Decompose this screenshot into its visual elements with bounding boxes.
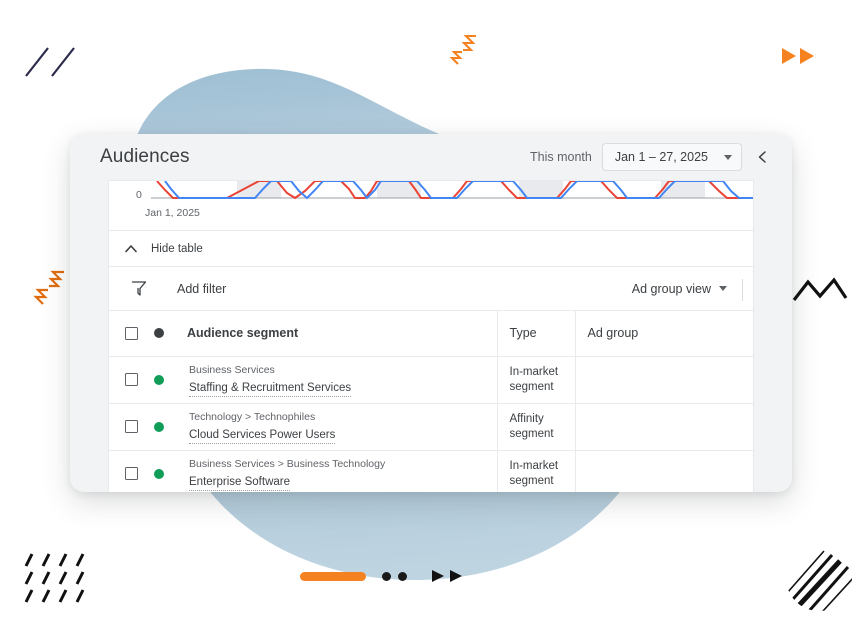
row-select-cell	[109, 450, 187, 492]
view-selector-label: Ad group view	[632, 282, 711, 296]
toolbar-divider	[742, 279, 743, 301]
type-cell: Affinity segment	[497, 403, 575, 450]
status-badge	[154, 375, 164, 385]
hide-table-label: Hide table	[151, 243, 203, 255]
chevron-down-icon	[724, 155, 732, 160]
table-row[interactable]: Business Services Staffing & Recruitment…	[109, 356, 754, 403]
filter-funnel-icon[interactable]	[131, 280, 147, 297]
header-controls: This month Jan 1 – 27, 2025	[530, 143, 774, 171]
performance-chart: 0 Jan 1, 2025	[109, 181, 753, 231]
type-cell: In-market segment	[497, 450, 575, 492]
segment-name-link[interactable]: Staffing & Recruitment Services	[189, 380, 351, 397]
view-selector[interactable]: Ad group view	[632, 282, 727, 296]
column-header-adgroup[interactable]: Ad group	[575, 311, 754, 356]
play-arrow-icon	[431, 568, 446, 584]
carousel-dot[interactable]	[398, 572, 407, 581]
decorative-zigzag-orange-left-icon	[28, 266, 74, 310]
column-header-segment[interactable]: Audience segment	[187, 311, 497, 356]
type-line-1: In-market	[510, 459, 575, 474]
segment-path: Technology > Technophiles	[189, 410, 497, 425]
carousel-dot[interactable]	[382, 572, 391, 581]
screenshot-root: Audiences This month Jan 1 – 27, 2025	[0, 0, 860, 628]
chevron-up-icon	[123, 241, 139, 257]
decorative-play-arrows-orange-icon	[782, 46, 822, 66]
column-header-type[interactable]: Type	[497, 311, 575, 356]
segment-cell: Business Services Staffing & Recruitment…	[187, 356, 497, 403]
type-line-2: segment	[510, 427, 575, 442]
decorative-circle-lines-icon	[784, 543, 854, 613]
adgroup-cell	[575, 450, 754, 492]
date-range-label: This month	[530, 150, 592, 164]
hide-table-toggle[interactable]: Hide table	[109, 231, 753, 267]
select-all-checkbox[interactable]	[125, 327, 138, 340]
segment-name-link[interactable]: Cloud Services Power Users	[189, 427, 335, 444]
audience-table: Audience segment Type Ad group	[109, 311, 754, 492]
row-select-cell	[109, 403, 187, 450]
segment-cell: Business Services > Business Technology …	[187, 450, 497, 492]
type-line-1: In-market	[510, 365, 575, 380]
column-header-adgroup-label: Ad group	[588, 326, 639, 340]
type-line-1: Affinity	[510, 412, 575, 427]
adgroup-cell	[575, 356, 754, 403]
segment-path: Business Services	[189, 363, 497, 378]
status-badge	[154, 422, 164, 432]
chart-y-zero-label: 0	[136, 189, 142, 201]
row-checkbox[interactable]	[125, 373, 138, 386]
table-toolbar: Add filter Ad group view	[109, 267, 753, 311]
decorative-diagonal-lines-icon	[22, 44, 86, 80]
column-header-segment-label: Audience segment	[187, 326, 298, 340]
card-header: Audiences This month Jan 1 – 27, 2025	[70, 134, 792, 180]
table-row[interactable]: Technology > Technophiles Cloud Services…	[109, 403, 754, 450]
row-checkbox[interactable]	[125, 467, 138, 480]
column-header-type-label: Type	[510, 326, 537, 340]
chart-x-start-label: Jan 1, 2025	[145, 207, 200, 219]
select-column-header	[109, 311, 187, 356]
table-header-row: Audience segment Type Ad group	[109, 311, 754, 356]
adgroup-cell	[575, 403, 754, 450]
status-column-icon	[154, 328, 164, 338]
type-line-2: segment	[510, 380, 575, 395]
chevron-down-icon	[719, 286, 727, 291]
chevron-left-icon	[756, 150, 770, 164]
play-arrow-icon	[449, 568, 464, 584]
row-checkbox[interactable]	[125, 420, 138, 433]
audiences-card: Audiences This month Jan 1 – 27, 2025	[70, 134, 792, 492]
segment-cell: Technology > Technophiles Cloud Services…	[187, 403, 497, 450]
segment-path: Business Services > Business Technology	[189, 457, 497, 472]
table-row[interactable]: Business Services > Business Technology …	[109, 450, 754, 492]
type-cell: In-market segment	[497, 356, 575, 403]
collapse-panel-button[interactable]	[752, 146, 774, 168]
carousel-controls	[300, 568, 464, 584]
chart-canvas	[109, 181, 753, 231]
segment-name-link[interactable]: Enterprise Software	[189, 474, 290, 491]
decorative-hatch-pattern-icon	[22, 552, 88, 604]
page-title: Audiences	[100, 146, 190, 168]
add-filter-button[interactable]: Add filter	[177, 282, 226, 296]
date-range-value: Jan 1 – 27, 2025	[615, 150, 708, 164]
date-range-picker[interactable]: Jan 1 – 27, 2025	[602, 143, 742, 171]
content-panel: 0 Jan 1, 2025 Hide table Add filter Ad g…	[108, 180, 754, 492]
type-line-2: segment	[510, 474, 575, 489]
decorative-zigzag-black-icon	[792, 276, 848, 306]
decorative-zigzag-orange-top-icon	[444, 30, 488, 72]
carousel-progress-bar[interactable]	[300, 572, 366, 581]
carousel-next-button[interactable]	[431, 568, 464, 584]
row-select-cell	[109, 356, 187, 403]
carousel-dots	[382, 572, 407, 581]
status-badge	[154, 469, 164, 479]
